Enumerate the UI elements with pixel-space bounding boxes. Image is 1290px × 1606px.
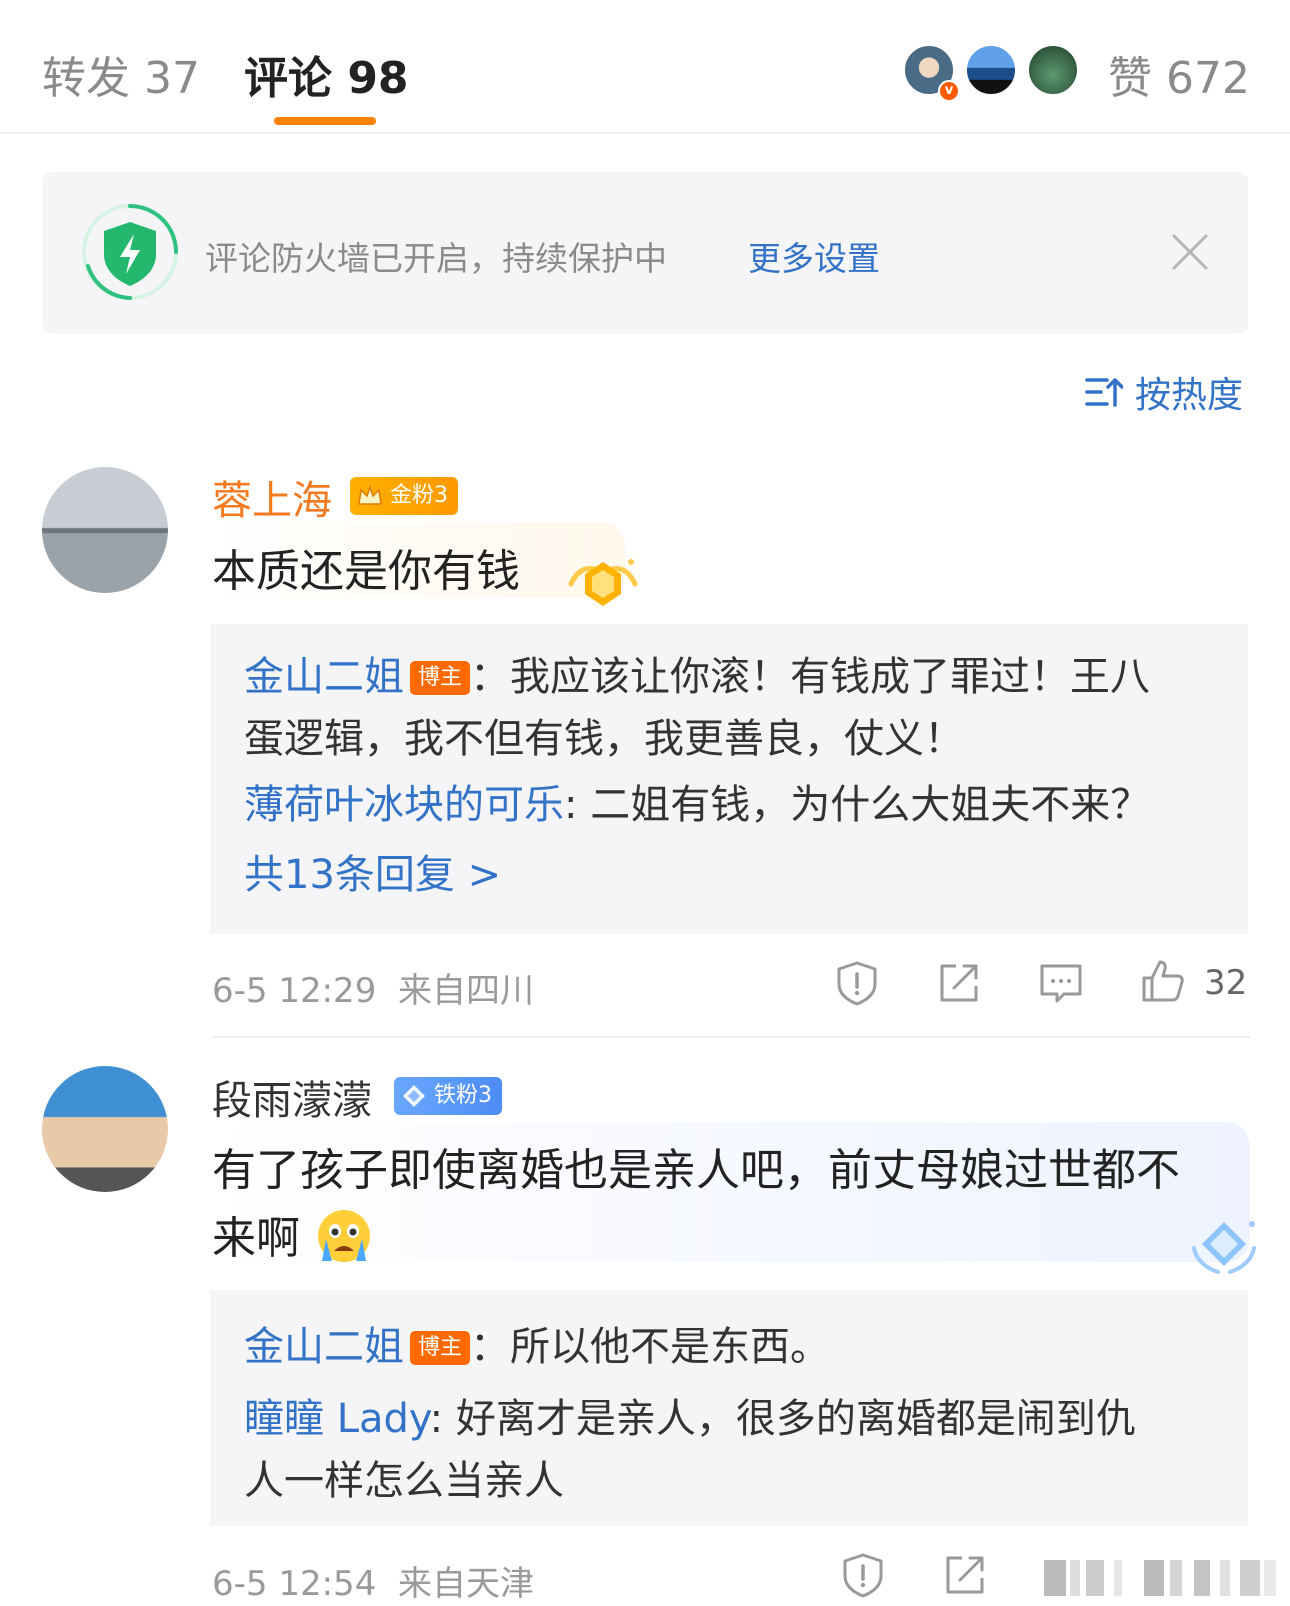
tab-repost[interactable]: 转发 37 <box>42 42 200 106</box>
comment-divider <box>212 1036 1250 1038</box>
fan-badge-label: 金粉3 <box>390 483 448 508</box>
diamond-icon <box>403 1085 425 1107</box>
reply-username[interactable]: 瞳瞳 Lady <box>244 1396 430 1442</box>
reply-username[interactable]: 薄荷叶冰块的可乐 <box>244 782 564 828</box>
fan-level-badge[interactable]: 金粉3 <box>350 477 458 515</box>
like-count: 32 <box>1204 963 1248 1003</box>
author-badge: 博主 <box>410 661 471 695</box>
sort-icon <box>1085 378 1123 407</box>
gold-medal-icon <box>568 559 638 606</box>
crown-icon <box>358 484 382 505</box>
reply-text-continued: 人一样怎么当亲人 <box>244 1458 564 1504</box>
comment-time: 6-5 12:54 <box>212 1564 377 1604</box>
liker-avatar[interactable] <box>964 43 1018 97</box>
reply-text: : 二姐有钱，为什么大姐夫不来？ <box>564 782 1151 828</box>
comment-location: 来自天津 <box>397 1564 534 1604</box>
close-icon[interactable] <box>1170 232 1210 272</box>
reply-text: ：所以他不是东西。 <box>470 1324 831 1370</box>
avatar[interactable] <box>42 1066 168 1192</box>
comment-meta: 6-5 12:54 来自天津 <box>212 1556 534 1605</box>
comment-time: 6-5 12:29 <box>212 971 377 1011</box>
reply-preview-box[interactable]: 金山二姐 博主 ：所以他不是东西。 瞳瞳 Lady: 好离才是亲人，很多的离婚都是闹… <box>210 1290 1248 1526</box>
comment-username[interactable]: 段雨濛濛 <box>212 1068 372 1126</box>
more-settings-link[interactable]: 更多设置 <box>748 232 880 280</box>
avatar[interactable] <box>42 467 168 593</box>
reply-username[interactable]: 金山二姐 <box>244 654 404 700</box>
share-icon[interactable] <box>936 960 982 1006</box>
share-icon[interactable] <box>942 1552 988 1598</box>
verified-badge-icon: v <box>938 80 960 102</box>
reply-text: ：我应该让你滚！有钱成了罪过！王八 <box>470 654 1151 700</box>
reply-username[interactable]: 金山二姐 <box>244 1324 404 1370</box>
sort-label: 按热度 <box>1135 375 1244 416</box>
reply-item: 金山二姐 博主 ：我应该让你滚！有钱成了罪过！王八 <box>244 644 1150 702</box>
reply-item: 瞳瞳 Lady: 好离才是亲人，很多的离婚都是闹到仇 <box>244 1386 1136 1444</box>
fan-badge-label: 铁粉3 <box>434 1083 492 1108</box>
crying-face-emoji <box>318 1210 370 1262</box>
reply-item: 薄荷叶冰块的可乐: 二姐有钱，为什么大姐夫不来？ <box>244 772 1150 830</box>
comment-location: 来自四川 <box>397 971 534 1011</box>
comment-tabs-bar: 转发 37 评论 98 v 赞 672 <box>0 0 1290 134</box>
tab-comments[interactable]: 评论 98 <box>244 42 409 106</box>
active-tab-indicator <box>274 117 376 125</box>
comment-text-continued: 来啊 <box>212 1202 374 1266</box>
like-thumb-icon[interactable] <box>1140 958 1186 1004</box>
liker-avatar[interactable] <box>1026 43 1080 97</box>
blue-gem-icon <box>1192 1221 1256 1274</box>
sort-by-hot-button[interactable]: 按热度 <box>1085 366 1243 418</box>
shield-bolt-icon <box>80 202 180 302</box>
more-replies-link[interactable]: 共13条回复 > <box>244 842 501 900</box>
comment-text: 有了孩子即使离婚也是亲人吧，前丈母娘过世都不 <box>212 1145 1180 1196</box>
reply-preview-box[interactable]: 金山二姐 博主 ：我应该让你滚！有钱成了罪过！王八 蛋逻辑，我不但有钱，我更善良，仗… <box>210 624 1248 934</box>
author-badge: 博主 <box>410 1331 471 1365</box>
comment-meta: 6-5 12:29 来自四川 <box>212 963 534 1012</box>
firewall-status-text: 评论防火墙已开启，持续保护中 <box>205 239 667 278</box>
comment-username[interactable]: 蓉上海 <box>212 468 332 526</box>
reply-text: : 好离才是亲人，很多的离婚都是闹到仇 <box>429 1396 1136 1442</box>
comment-firewall-banner: 评论防火墙已开启，持续保护中 更多设置 <box>42 172 1248 334</box>
reply-item: 金山二姐 博主 ：所以他不是东西。 <box>244 1314 830 1372</box>
report-icon[interactable] <box>834 960 880 1006</box>
tab-likes[interactable]: 赞 672 <box>1108 42 1250 106</box>
report-icon[interactable] <box>840 1552 886 1598</box>
obscured-actions-blur <box>1044 1560 1276 1596</box>
reply-text-continued: 蛋逻辑，我不但有钱，我更善良，仗义！ <box>244 716 964 762</box>
comment-text: 本质还是你有钱 <box>212 546 520 597</box>
fan-level-badge[interactable]: 铁粉3 <box>394 1077 502 1115</box>
reply-comment-icon[interactable] <box>1038 960 1084 1006</box>
